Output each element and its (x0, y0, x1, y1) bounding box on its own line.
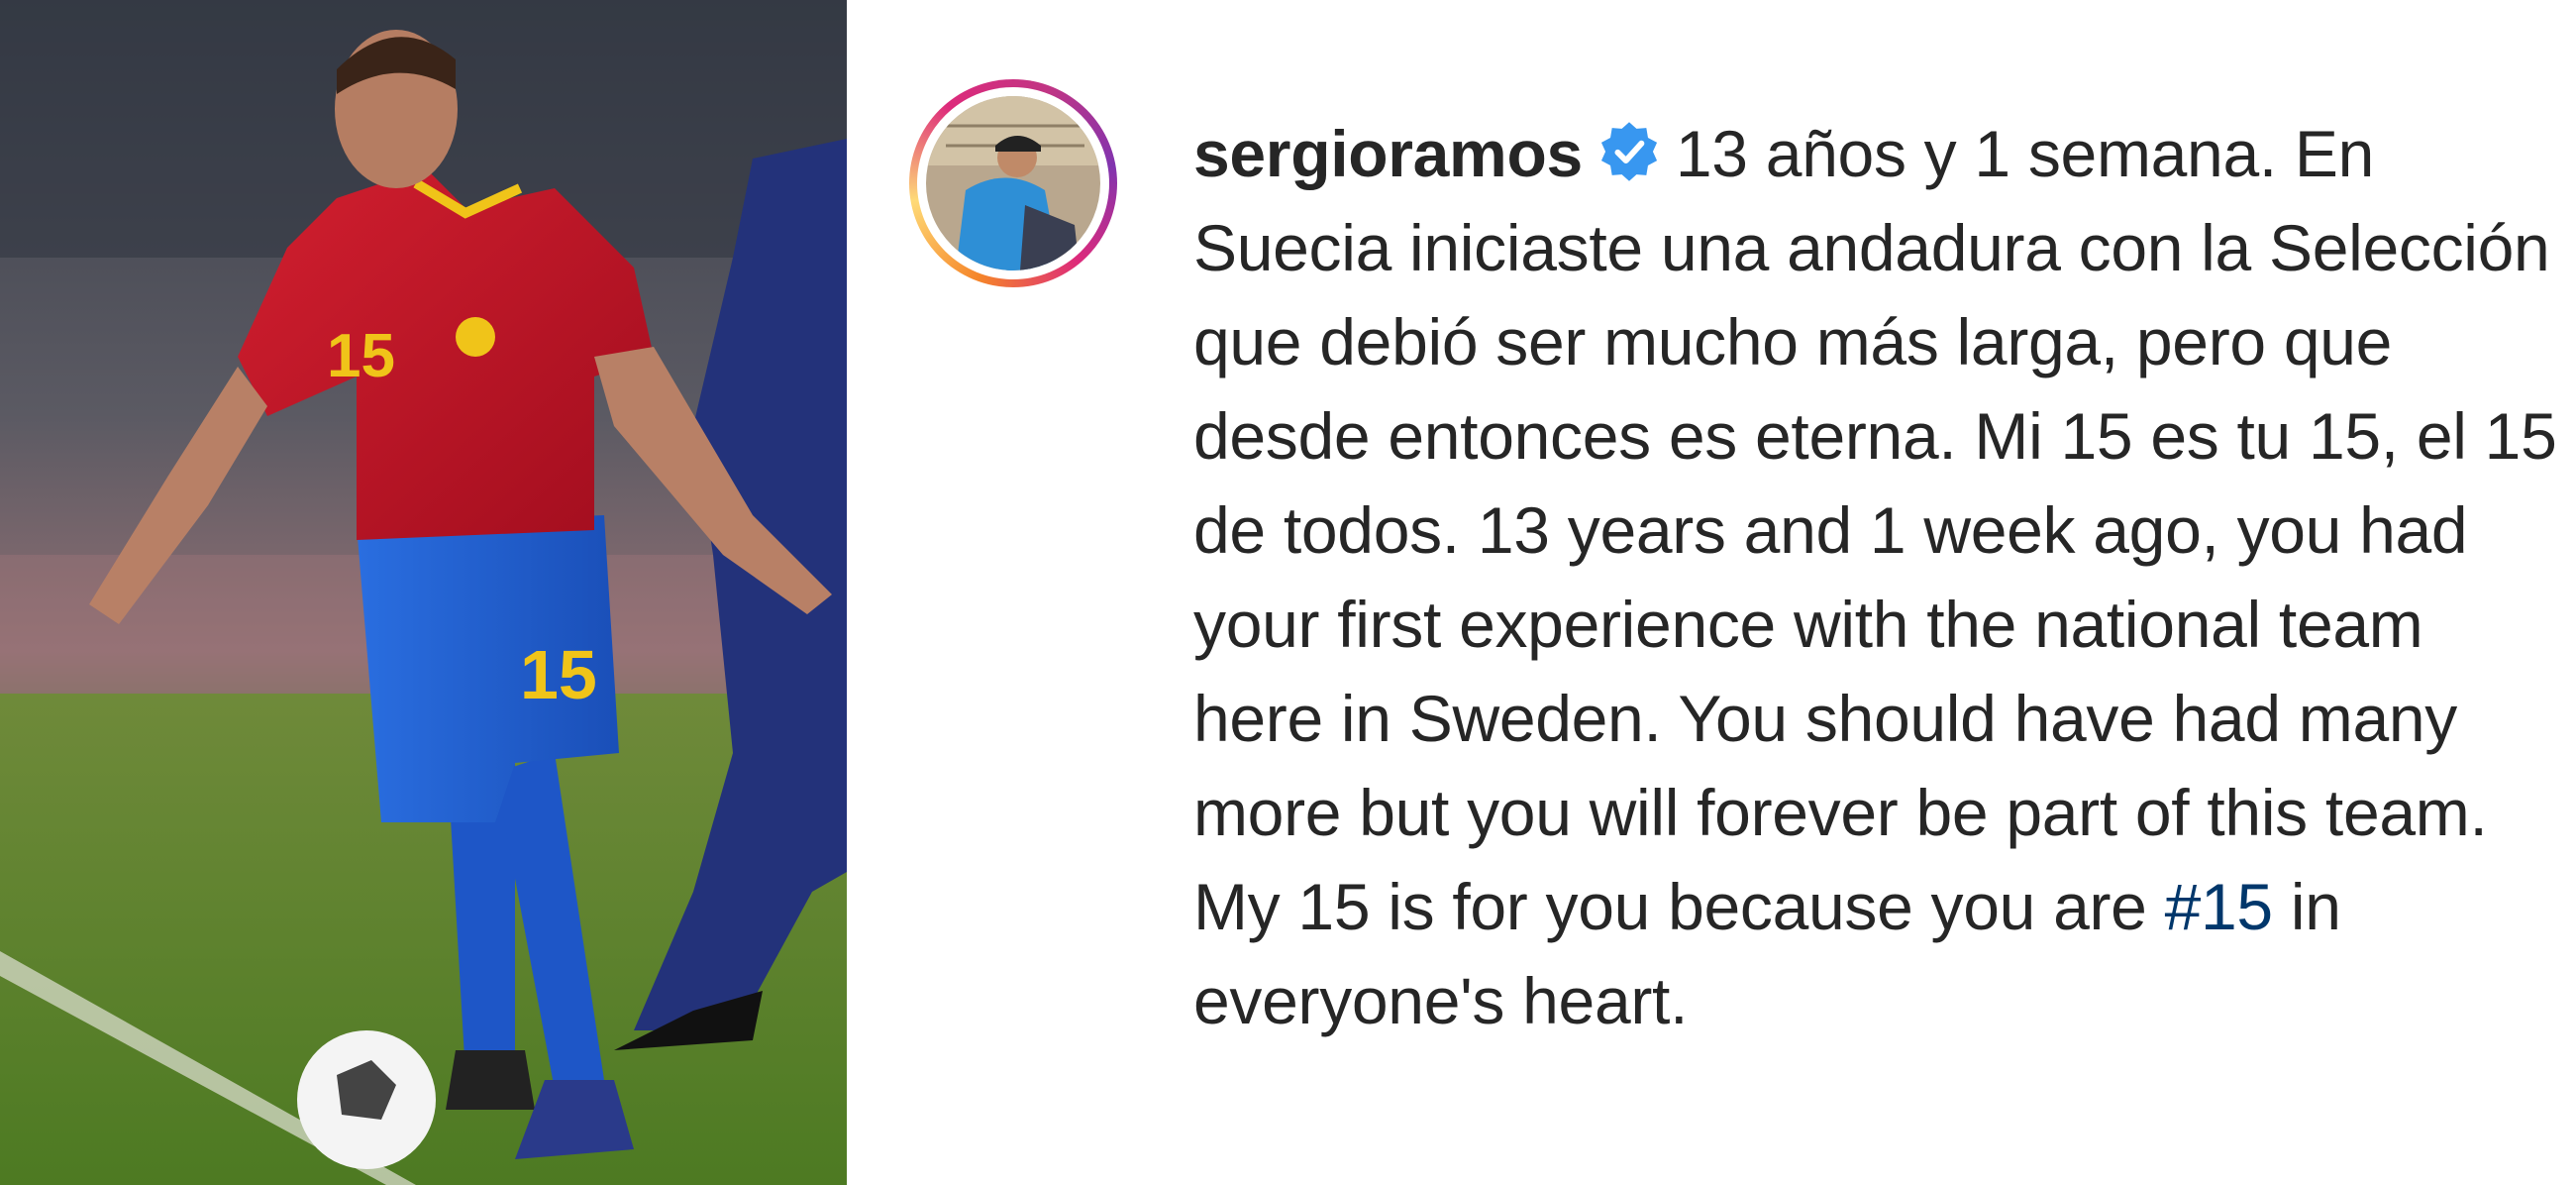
football-player-photo: 15 15 (0, 0, 847, 1185)
instagram-post-screenshot: 15 15 sergioramos 13 años y 1 semana. En… (0, 0, 2576, 1185)
shorts-number: 15 (520, 636, 597, 713)
hashtag-link[interactable]: #15 (2165, 870, 2274, 943)
avatar[interactable] (926, 96, 1100, 270)
jersey-number: 15 (327, 322, 395, 390)
username-link[interactable]: sergioramos (1193, 117, 1583, 190)
profile-avatar-ring[interactable] (909, 79, 1117, 287)
verified-badge-icon (1597, 119, 1662, 184)
avatar-gap (917, 87, 1109, 279)
post-photo: 15 15 (0, 0, 847, 1185)
avatar-image (926, 96, 1100, 270)
post-caption: sergioramos 13 años y 1 semana. En Suecia… (1193, 107, 2560, 1048)
